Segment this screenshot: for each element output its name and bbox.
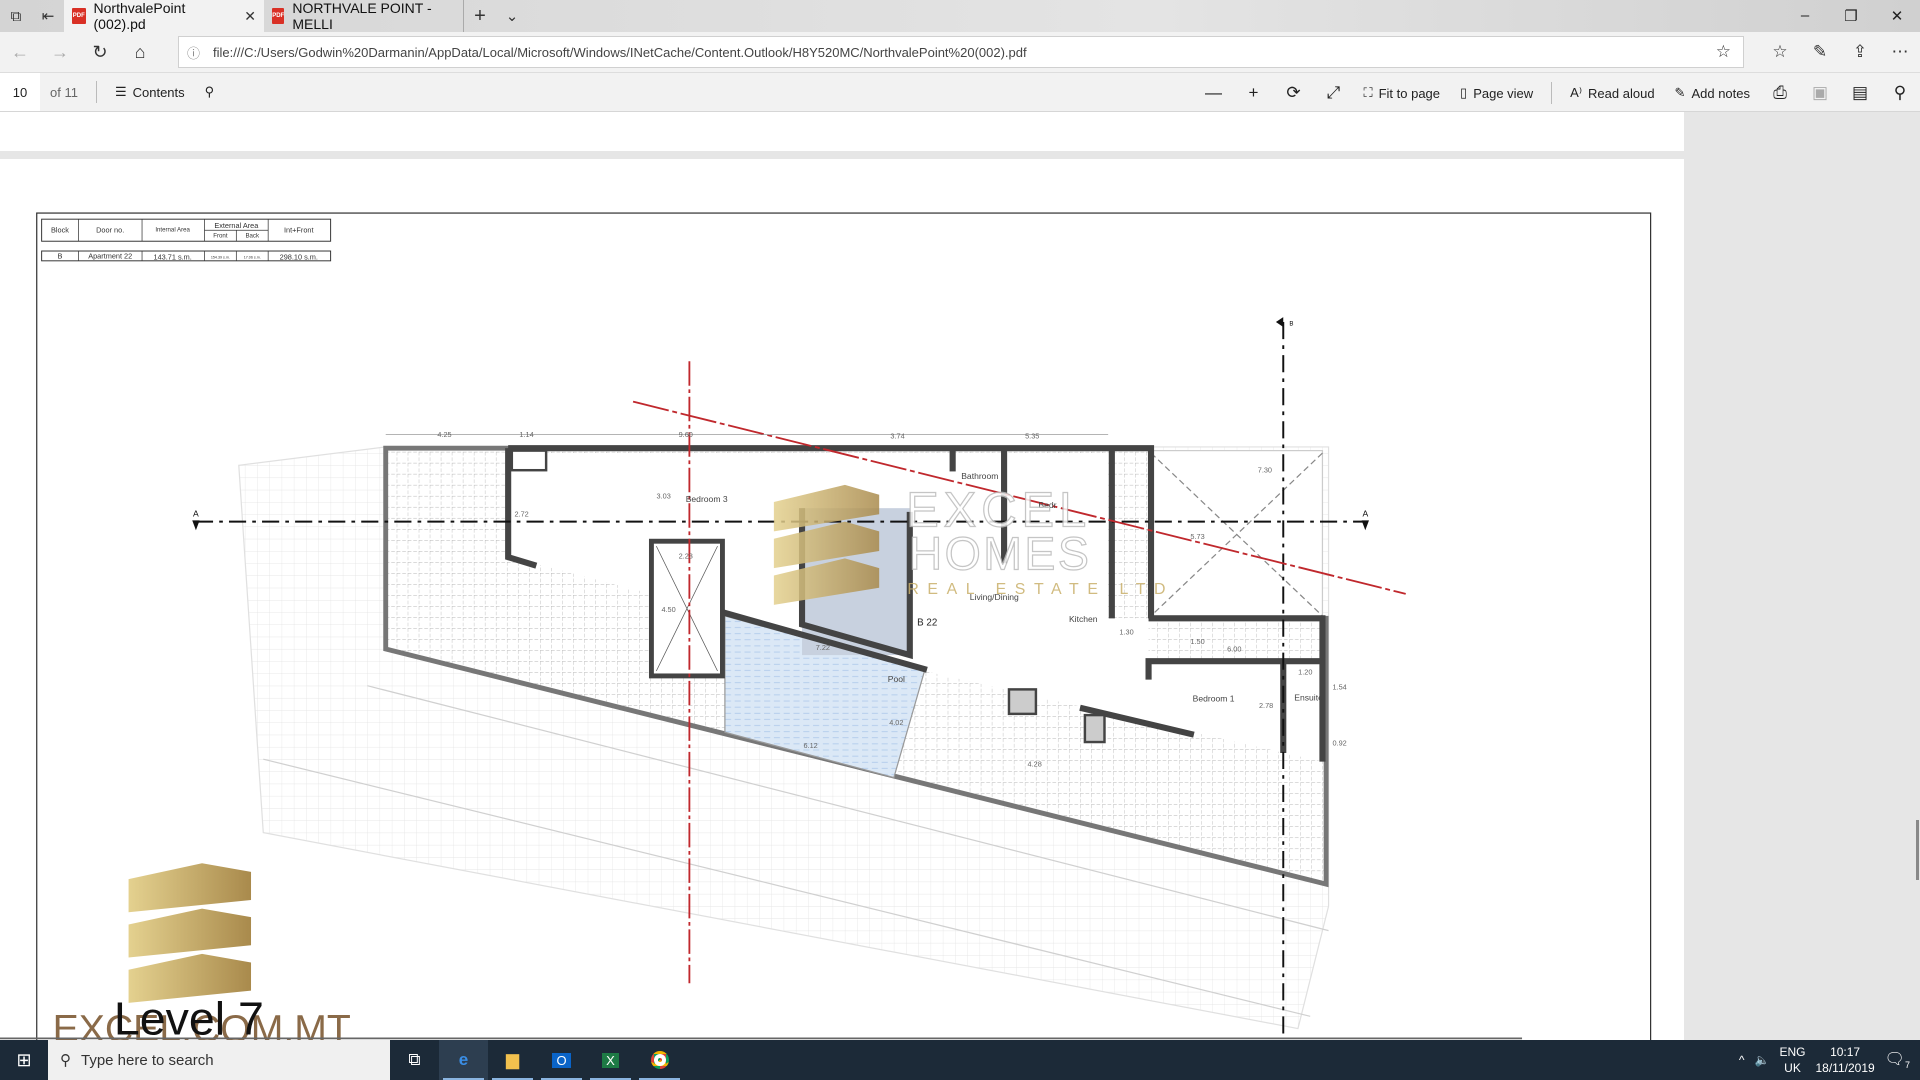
excel-icon[interactable]: X — [586, 1040, 635, 1080]
read-aloud-icon: A⁾ — [1570, 85, 1583, 100]
show-hidden-icons[interactable]: ^ — [1739, 1053, 1745, 1067]
viewer-gutter — [1684, 112, 1920, 1040]
pdf-icon: PDF — [72, 8, 86, 24]
rotate-icon[interactable]: ⟳ — [1273, 83, 1313, 103]
url-field[interactable]: ⓘ file:///C:/Users/Godwin%20Darmanin/App… — [178, 36, 1744, 68]
fullscreen-icon[interactable]: ⤢ — [1313, 83, 1353, 103]
share-icon[interactable]: ⇪ — [1840, 42, 1880, 62]
find-button[interactable]: ⚲ — [195, 84, 225, 100]
file-explorer-icon[interactable]: ▆ — [488, 1040, 537, 1080]
tab-title: NORTHVALE POINT - MELLI — [292, 0, 432, 32]
search-icon: ⚲ — [60, 1052, 71, 1069]
minimize-icon[interactable]: – — [1782, 7, 1828, 25]
language-indicator[interactable]: ENG UK — [1779, 1044, 1805, 1076]
add-notes-label: Add notes — [1691, 85, 1750, 101]
divider — [1551, 82, 1553, 104]
region: UK — [1784, 1061, 1801, 1075]
volume-muted-icon[interactable]: 🔈 — [1755, 1053, 1770, 1067]
info-icon[interactable]: ⓘ — [187, 43, 200, 62]
read-aloud-button[interactable]: A⁾ Read aloud — [1560, 85, 1664, 101]
home-icon[interactable]: ⌂ — [120, 42, 160, 63]
tab-northvale-melli[interactable]: PDF NORTHVALE POINT - MELLI — [264, 0, 464, 32]
zoom-out-icon[interactable]: — — [1193, 83, 1233, 103]
zoom-in-icon[interactable]: + — [1233, 83, 1273, 103]
set-aside-tabs-icon[interactable]: ⇤ — [32, 0, 64, 32]
more-icon[interactable]: ⋯ — [1880, 42, 1920, 62]
pdf-toolbar: 10 of 11 ☰ Contents ⚲ — + ⟳ ⤢ ⛶ Fit to pag… — [0, 72, 1920, 112]
time: 10:17 — [1830, 1045, 1861, 1059]
taskbar-search[interactable]: ⚲ Type here to search — [48, 1040, 390, 1080]
page-total: of 11 — [50, 84, 78, 100]
task-view-icon[interactable]: ⧉ — [390, 1040, 439, 1080]
fit-to-page-button[interactable]: ⛶ Fit to page — [1353, 85, 1450, 101]
address-bar-row: ← → ↻ ⌂ ⓘ file:///C:/Users/Godwin%20Darm… — [0, 32, 1920, 72]
tab-sets-icon[interactable]: ⧉ — [0, 0, 32, 32]
fit-icon: ⛶ — [1363, 85, 1373, 100]
search-placeholder: Type here to search — [81, 1051, 214, 1069]
close-window-icon[interactable]: ✕ — [1874, 7, 1920, 25]
notification-count: 7 — [1904, 1060, 1910, 1071]
refresh-icon[interactable]: ↻ — [80, 42, 120, 63]
page-number-input[interactable]: 10 — [0, 73, 40, 111]
divider — [95, 81, 97, 103]
tab-northvalepoint[interactable]: PDF NorthvalePoint (002).pd ✕ — [64, 0, 264, 32]
clock[interactable]: 10:17 18/11/2019 — [1816, 1044, 1875, 1076]
save-as-icon[interactable]: ▤ — [1840, 83, 1880, 103]
outlook-icon[interactable]: O — [537, 1040, 586, 1080]
page-view-button[interactable]: ▯ Page view — [1450, 85, 1543, 101]
web-notes-icon[interactable]: ✎ — [1800, 42, 1840, 62]
page-icon: ▯ — [1460, 85, 1468, 100]
tab-title: NorthvalePoint (002).pd — [93, 0, 186, 32]
add-notes-button[interactable]: ✎ Add notes — [1665, 85, 1760, 101]
edge-icon[interactable]: e — [439, 1040, 488, 1080]
favorite-star-icon[interactable]: ☆ — [1716, 42, 1731, 62]
page-separator — [0, 151, 1684, 159]
print-icon[interactable]: ⎙ — [1760, 83, 1800, 103]
close-tab-icon[interactable]: ✕ — [244, 8, 256, 25]
back-icon[interactable]: ← — [0, 42, 40, 63]
pen-icon: ✎ — [1674, 85, 1686, 100]
save-icon[interactable]: ▣ — [1800, 83, 1840, 103]
url-text: file:///C:/Users/Godwin%20Darmanin/AppDa… — [213, 44, 1027, 60]
windows-start-icon[interactable]: ⊞ — [0, 1040, 48, 1080]
pin-toolbar-icon[interactable]: ⚲ — [1880, 83, 1920, 103]
search-icon: ⚲ — [204, 84, 215, 99]
tab-bar: ⧉ ⇤ PDF NorthvalePoint (002).pd ✕ PDF NO… — [0, 0, 1920, 32]
pdf-icon: PDF — [272, 8, 285, 24]
lang: ENG — [1779, 1045, 1806, 1059]
fit-label: Fit to page — [1378, 85, 1441, 101]
chrome-icon[interactable] — [635, 1040, 684, 1080]
pdf-viewer — [0, 112, 1684, 1040]
scrollbar[interactable] — [1916, 820, 1919, 880]
favorites-list-icon[interactable]: ☆ — [1760, 42, 1800, 62]
new-tab-icon[interactable]: + — [464, 0, 496, 32]
date: 18/11/2019 — [1815, 1061, 1875, 1075]
contents-label: Contents — [132, 84, 185, 100]
contents-button[interactable]: ☰ Contents — [105, 84, 195, 100]
taskbar: ⊞ ⚲ Type here to search ⧉ e ▆ O X ^ 🔈 ENG… — [0, 1040, 1920, 1080]
page-view-label: Page view — [1473, 85, 1534, 101]
action-center-icon[interactable]: 🗨7 — [1885, 1049, 1910, 1070]
forward-icon[interactable]: → — [40, 42, 80, 63]
tab-preview-chevron-icon[interactable]: ⌄ — [496, 0, 528, 32]
list-icon: ☰ — [114, 84, 127, 99]
read-aloud-label: Read aloud — [1588, 85, 1655, 101]
restore-icon[interactable]: ❐ — [1828, 7, 1874, 25]
